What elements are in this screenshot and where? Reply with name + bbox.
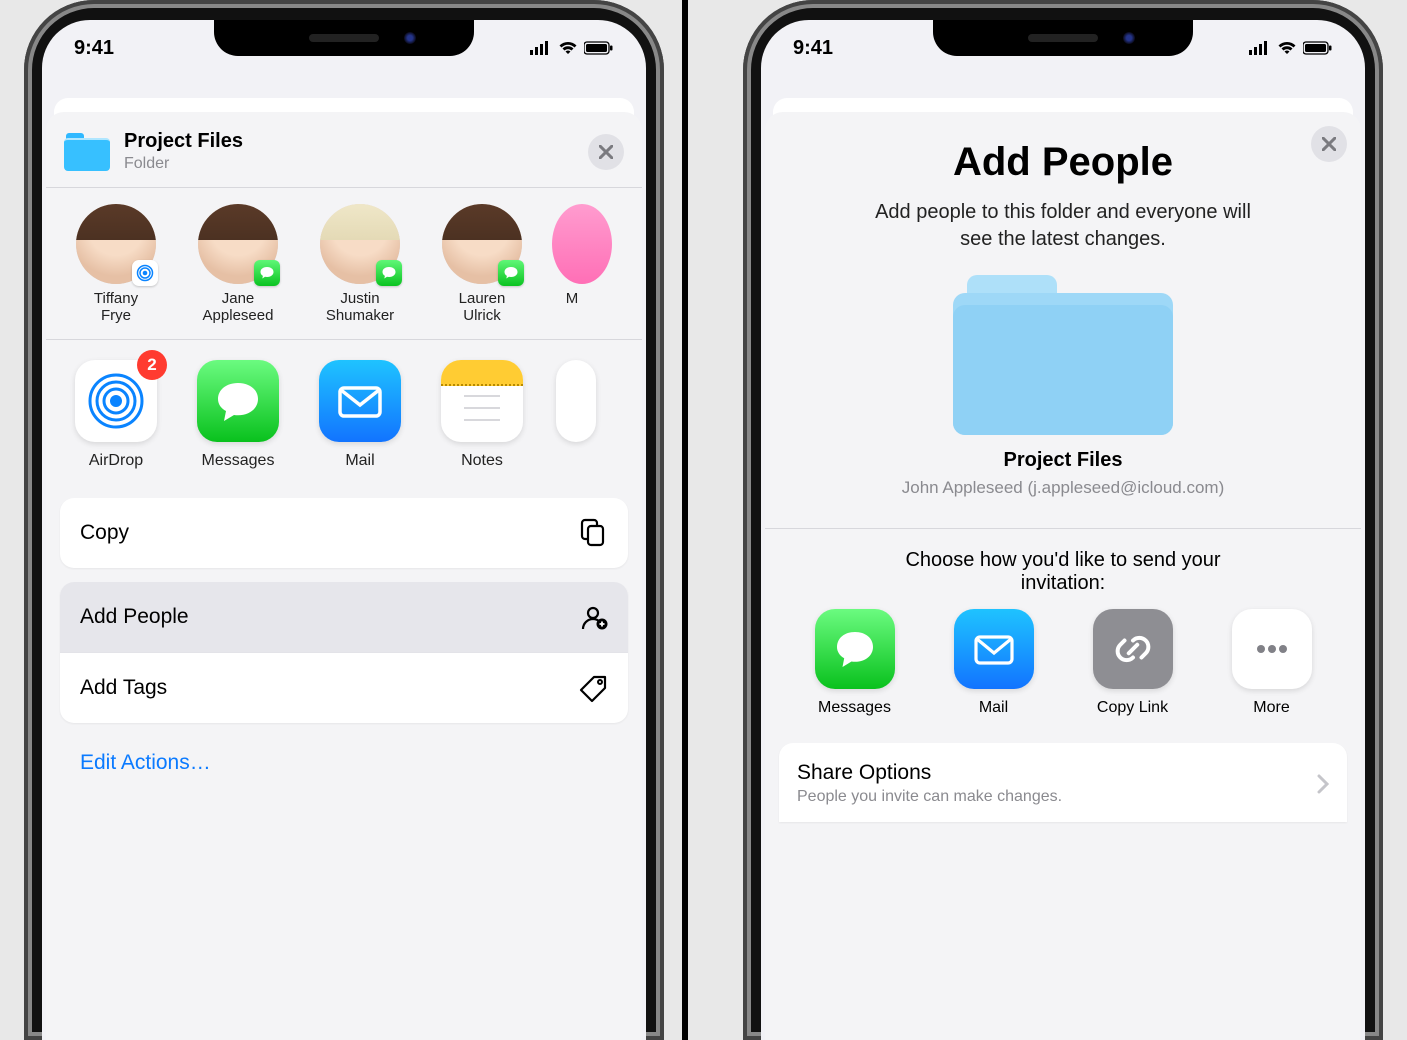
folder-icon bbox=[64, 133, 110, 171]
contact-lauren[interactable]: Lauren Ulrick bbox=[430, 204, 534, 325]
add-people-desc: Add people to this folder and everyone w… bbox=[793, 199, 1333, 253]
app-label: AirDrop bbox=[89, 452, 143, 469]
phone-left: 9:41 Project Files Folder bbox=[24, 0, 664, 1040]
divider bbox=[682, 0, 688, 1040]
status-icons bbox=[530, 41, 614, 55]
add-people-title: Add People bbox=[793, 140, 1333, 185]
phone-right: 9:41 Add People Add people to this folde… bbox=[743, 0, 1383, 1040]
share-options-sub: People you invite can make changes. bbox=[797, 788, 1062, 806]
invite-label: More bbox=[1253, 699, 1289, 716]
contact-jane[interactable]: Jane Appleseed bbox=[186, 204, 290, 325]
notch bbox=[214, 20, 474, 56]
messages-icon bbox=[210, 373, 266, 429]
action-label: Add People bbox=[80, 605, 189, 629]
cellular-icon bbox=[1249, 41, 1271, 55]
app-airdrop[interactable]: 2 AirDrop bbox=[68, 360, 164, 470]
invite-mail[interactable]: Mail bbox=[944, 609, 1044, 717]
contact-partial[interactable]: M bbox=[552, 204, 592, 325]
action-copy[interactable]: Copy bbox=[60, 498, 628, 568]
messages-badge-icon bbox=[498, 260, 524, 286]
sheet-subtitle: Folder bbox=[124, 155, 243, 173]
airdrop-badge-icon bbox=[132, 260, 158, 286]
mail-icon bbox=[332, 373, 388, 429]
add-people-icon bbox=[578, 602, 608, 632]
link-icon bbox=[1107, 623, 1159, 675]
invite-messages[interactable]: Messages bbox=[805, 609, 905, 717]
folder-owner: John Appleseed (j.appleseed@icloud.com) bbox=[793, 478, 1333, 498]
action-add-tags[interactable]: Add Tags bbox=[60, 652, 628, 723]
add-people-sheet: Add People Add people to this folder and… bbox=[765, 112, 1361, 1040]
messages-badge-icon bbox=[376, 260, 402, 286]
contact-first: Justin bbox=[308, 290, 412, 307]
sheet-title: Project Files bbox=[124, 130, 243, 153]
contact-first: Jane bbox=[186, 290, 290, 307]
contact-last: Ulrick bbox=[430, 307, 534, 324]
app-notes[interactable]: Notes bbox=[434, 360, 530, 470]
notes-icon bbox=[441, 360, 523, 386]
contact-first: M bbox=[552, 290, 592, 307]
mail-icon bbox=[968, 623, 1020, 675]
messages-badge-icon bbox=[254, 260, 280, 286]
close-icon bbox=[599, 145, 613, 159]
cellular-icon bbox=[530, 41, 552, 55]
contact-last: Shumaker bbox=[308, 307, 412, 324]
app-label: Notes bbox=[461, 452, 503, 469]
contact-last: Appleseed bbox=[186, 307, 290, 324]
share-sheet: Project Files Folder Tiffany Frye bbox=[46, 112, 642, 1040]
share-options-row[interactable]: Share Options People you invite can make… bbox=[779, 743, 1347, 822]
chevron-right-icon bbox=[1317, 774, 1329, 794]
folder-large-icon bbox=[953, 275, 1173, 435]
airdrop-badge: 2 bbox=[137, 350, 167, 380]
status-icons bbox=[1249, 41, 1333, 55]
contact-first: Lauren bbox=[430, 290, 534, 307]
edit-actions-link[interactable]: Edit Actions… bbox=[60, 737, 628, 789]
app-label: Mail bbox=[345, 452, 374, 469]
share-options-title: Share Options bbox=[797, 761, 1062, 785]
choose-how-label: Choose how you'd like to send your invit… bbox=[765, 529, 1361, 605]
contact-tiffany[interactable]: Tiffany Frye bbox=[64, 204, 168, 325]
contact-first: Tiffany bbox=[64, 290, 168, 307]
messages-icon bbox=[829, 623, 881, 675]
invite-label: Mail bbox=[979, 699, 1008, 716]
battery-icon bbox=[1303, 41, 1333, 55]
tag-icon bbox=[578, 673, 608, 703]
app-label: Messages bbox=[202, 452, 275, 469]
status-time: 9:41 bbox=[793, 37, 833, 60]
action-label: Copy bbox=[80, 521, 129, 545]
notch bbox=[933, 20, 1193, 56]
copy-icon bbox=[578, 518, 608, 548]
action-label: Add Tags bbox=[80, 676, 167, 700]
app-partial[interactable] bbox=[556, 360, 576, 470]
folder-name: Project Files bbox=[793, 449, 1333, 472]
app-mail[interactable]: Mail bbox=[312, 360, 408, 470]
app-messages[interactable]: Messages bbox=[190, 360, 286, 470]
contact-last: Frye bbox=[64, 307, 168, 324]
wifi-icon bbox=[558, 41, 578, 55]
wifi-icon bbox=[1277, 41, 1297, 55]
invite-label: Copy Link bbox=[1097, 699, 1168, 716]
invite-copy-link[interactable]: Copy Link bbox=[1083, 609, 1183, 717]
close-button[interactable] bbox=[588, 134, 624, 170]
contacts-row[interactable]: Tiffany Frye Jane Appleseed bbox=[46, 188, 642, 340]
invite-options-row: Messages Mail Copy Link bbox=[765, 605, 1361, 731]
status-time: 9:41 bbox=[74, 37, 114, 60]
notes-lines-icon bbox=[454, 392, 510, 442]
more-icon bbox=[1246, 623, 1298, 675]
apps-row[interactable]: 2 AirDrop Messages Mail bbox=[46, 340, 642, 490]
action-add-people[interactable]: Add People bbox=[60, 582, 628, 652]
contact-justin[interactable]: Justin Shumaker bbox=[308, 204, 412, 325]
battery-icon bbox=[584, 41, 614, 55]
invite-label: Messages bbox=[818, 699, 891, 716]
invite-more[interactable]: More bbox=[1222, 609, 1322, 717]
airdrop-icon bbox=[88, 373, 144, 429]
